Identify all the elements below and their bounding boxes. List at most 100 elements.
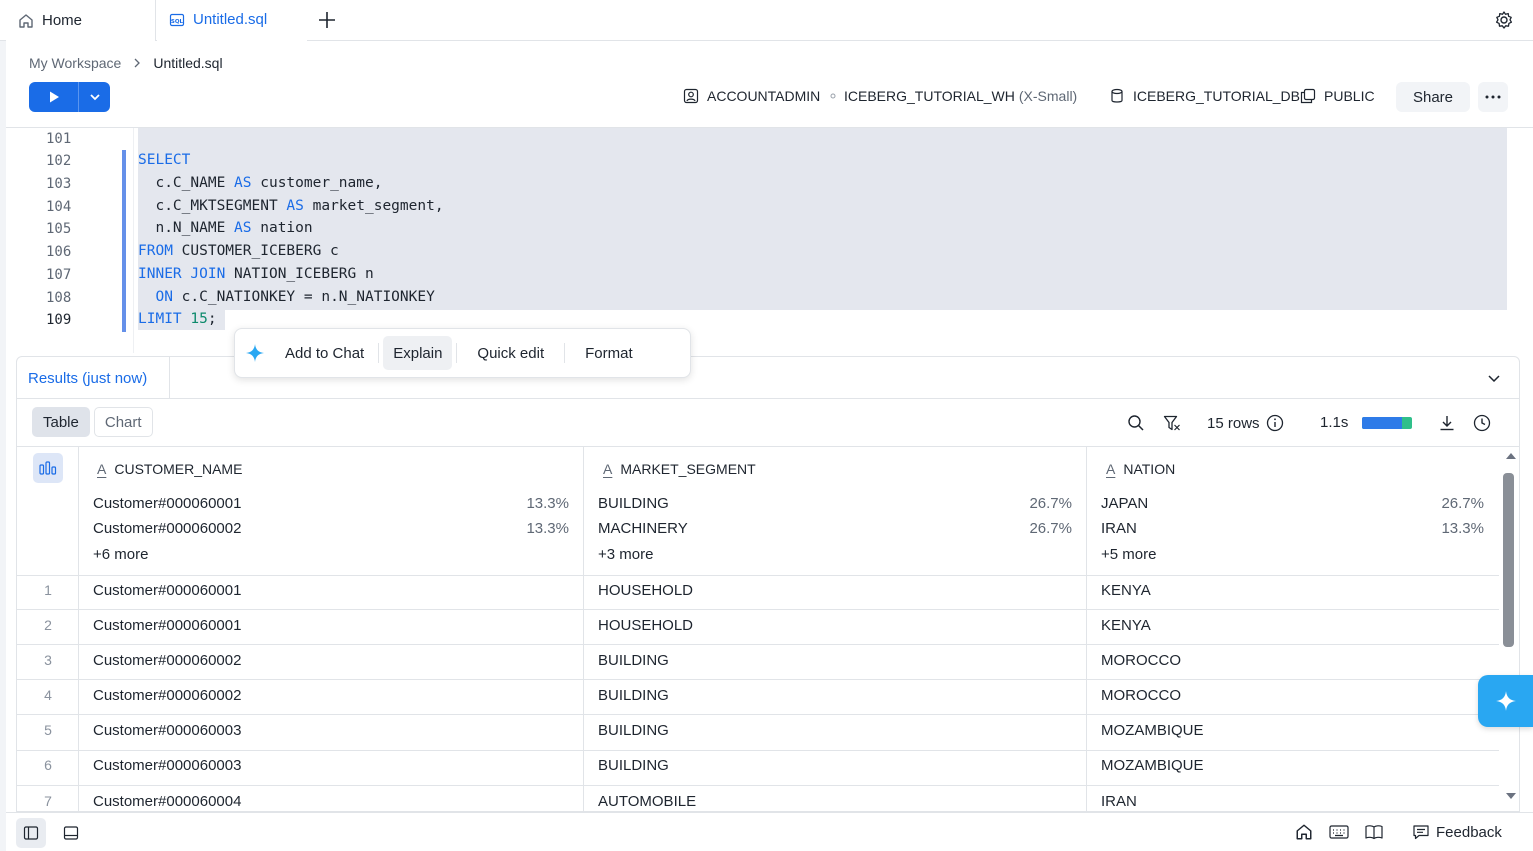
table-cell[interactable]: Customer#000060002 (93, 652, 241, 669)
row-number: 1 (44, 582, 52, 598)
stat-value: BUILDING (598, 495, 669, 512)
role-selector[interactable]: ACCOUNTADMIN (683, 88, 820, 104)
divider (456, 343, 458, 363)
column-header-nation[interactable]: A NATION (1106, 461, 1175, 477)
column-header-market-segment[interactable]: A MARKET_SEGMENT (603, 461, 756, 477)
history-icon[interactable] (1473, 414, 1491, 432)
feedback-button[interactable]: Feedback (1412, 823, 1502, 841)
table-cell[interactable]: Customer#000060001 (93, 582, 241, 599)
search-icon[interactable] (1127, 414, 1145, 432)
status-dot-icon (830, 93, 836, 99)
row-number: 6 (44, 757, 52, 773)
table-cell[interactable]: BUILDING (598, 687, 669, 704)
table-cell[interactable]: KENYA (1101, 617, 1151, 634)
tab-untitled-sql-label: Untitled.sql (193, 11, 268, 28)
table-cell[interactable]: Customer#000060003 (93, 722, 241, 739)
sql-editor[interactable]: 101 102 103 104 105 106 107 108 109 SELE… (6, 128, 1533, 353)
line-number: 107 (46, 267, 72, 283)
table-cell[interactable]: Customer#000060001 (93, 617, 241, 634)
row-divider (17, 679, 1499, 680)
format-button[interactable]: Format (569, 336, 649, 370)
divider (378, 343, 380, 363)
schema-selector[interactable]: PUBLIC (1300, 88, 1375, 104)
scrollbar-thumb[interactable] (1503, 473, 1514, 647)
table-cell[interactable]: HOUSEHOLD (598, 582, 693, 599)
row-divider (17, 785, 1499, 786)
book-icon[interactable] (1364, 823, 1384, 841)
download-icon[interactable] (1438, 414, 1456, 432)
results-tab[interactable]: Results (just now) (17, 357, 170, 399)
chart-view-button[interactable]: Chart (93, 407, 153, 437)
tab-home[interactable]: Home (6, 0, 156, 41)
line-number: 101 (46, 131, 72, 147)
database-selector[interactable]: ICEBERG_TUTORIAL_DB (1109, 88, 1300, 104)
stat-more-link[interactable]: +6 more (93, 546, 148, 563)
table-cell[interactable]: MOROCCO (1101, 687, 1181, 704)
stat-percent: 26.7% (1029, 520, 1072, 537)
info-icon[interactable] (1266, 414, 1284, 432)
database-icon (1109, 88, 1125, 104)
row-number: 7 (44, 793, 52, 809)
stat-percent: 13.3% (1441, 520, 1484, 537)
column-divider (583, 447, 584, 811)
table-cell[interactable]: BUILDING (598, 722, 669, 739)
table-cell[interactable]: Customer#000060003 (93, 757, 241, 774)
selection-highlight (138, 128, 1507, 310)
home-icon[interactable] (1295, 823, 1313, 841)
row-count: 15 rows (1207, 414, 1284, 432)
add-to-chat-button[interactable]: Add to Chat (275, 336, 374, 370)
table-cell[interactable]: MOZAMBIQUE (1101, 722, 1204, 739)
filter-icon[interactable] (1163, 414, 1181, 432)
run-button[interactable] (29, 82, 79, 112)
query-progress-fill (1362, 417, 1402, 429)
grid-top-border (17, 446, 1519, 447)
keyboard-icon[interactable] (1329, 823, 1349, 841)
code-line: FROM CUSTOMER_ICEBERG c (138, 243, 339, 259)
table-cell[interactable]: IRAN (1101, 793, 1137, 810)
explain-button[interactable]: Explain (383, 336, 453, 370)
panel-icon[interactable] (56, 818, 86, 848)
tab-untitled-sql[interactable]: SQL Untitled.sql (157, 0, 307, 41)
plus-icon[interactable] (316, 9, 338, 31)
table-cell[interactable]: Customer#000060004 (93, 793, 241, 810)
table-cell[interactable]: BUILDING (598, 757, 669, 774)
gear-icon[interactable] (1494, 10, 1514, 30)
ai-assistant-button[interactable] (1478, 675, 1533, 727)
table-cell[interactable]: Customer#000060002 (93, 687, 241, 704)
stat-percent: 13.3% (526, 520, 569, 537)
stat-percent: 13.3% (526, 495, 569, 512)
code-line: ON c.C_NATIONKEY = n.N_NATIONKEY (155, 289, 435, 305)
sidebar-icon[interactable] (16, 818, 46, 848)
results-tab-divider (17, 398, 1519, 399)
table-view-button[interactable]: Table (32, 407, 90, 437)
column-header-customer-name[interactable]: A CUSTOMER_NAME (97, 461, 242, 477)
table-cell[interactable]: MOZAMBIQUE (1101, 757, 1204, 774)
tab-home-label: Home (42, 12, 83, 29)
row-divider (17, 750, 1499, 751)
table-cell[interactable]: AUTOMOBILE (598, 793, 696, 810)
more-options-button[interactable] (1478, 82, 1508, 112)
table-cell[interactable]: MOROCCO (1101, 652, 1181, 669)
stat-row: JAPAN 26.7% (1101, 495, 1484, 512)
share-button[interactable]: Share (1396, 82, 1470, 112)
row-count-text: 15 rows (1207, 414, 1260, 432)
column-stats-icon[interactable] (33, 453, 63, 483)
run-options-button[interactable] (79, 82, 110, 112)
home-icon (18, 13, 34, 29)
stat-value: Customer#000060002 (93, 520, 242, 537)
row-divider (17, 644, 1499, 645)
user-role-icon (683, 88, 699, 104)
stat-more-link[interactable]: +3 more (598, 546, 653, 563)
table-cell[interactable]: KENYA (1101, 582, 1151, 599)
breadcrumb-workspace[interactable]: My Workspace (29, 55, 121, 71)
chevron-down-icon[interactable] (1485, 369, 1503, 387)
line-number: 104 (46, 199, 72, 215)
line-number: 105 (46, 221, 72, 237)
table-cell[interactable]: HOUSEHOLD (598, 617, 693, 634)
stat-more-link[interactable]: +5 more (1101, 546, 1156, 563)
query-duration: 1.1s (1320, 414, 1349, 431)
warehouse-selector[interactable]: ICEBERG_TUTORIAL_WH (X-Small) (830, 88, 1077, 104)
column-header-label: MARKET_SEGMENT (620, 461, 756, 477)
quick-edit-button[interactable]: Quick edit (461, 336, 560, 370)
table-cell[interactable]: BUILDING (598, 652, 669, 669)
